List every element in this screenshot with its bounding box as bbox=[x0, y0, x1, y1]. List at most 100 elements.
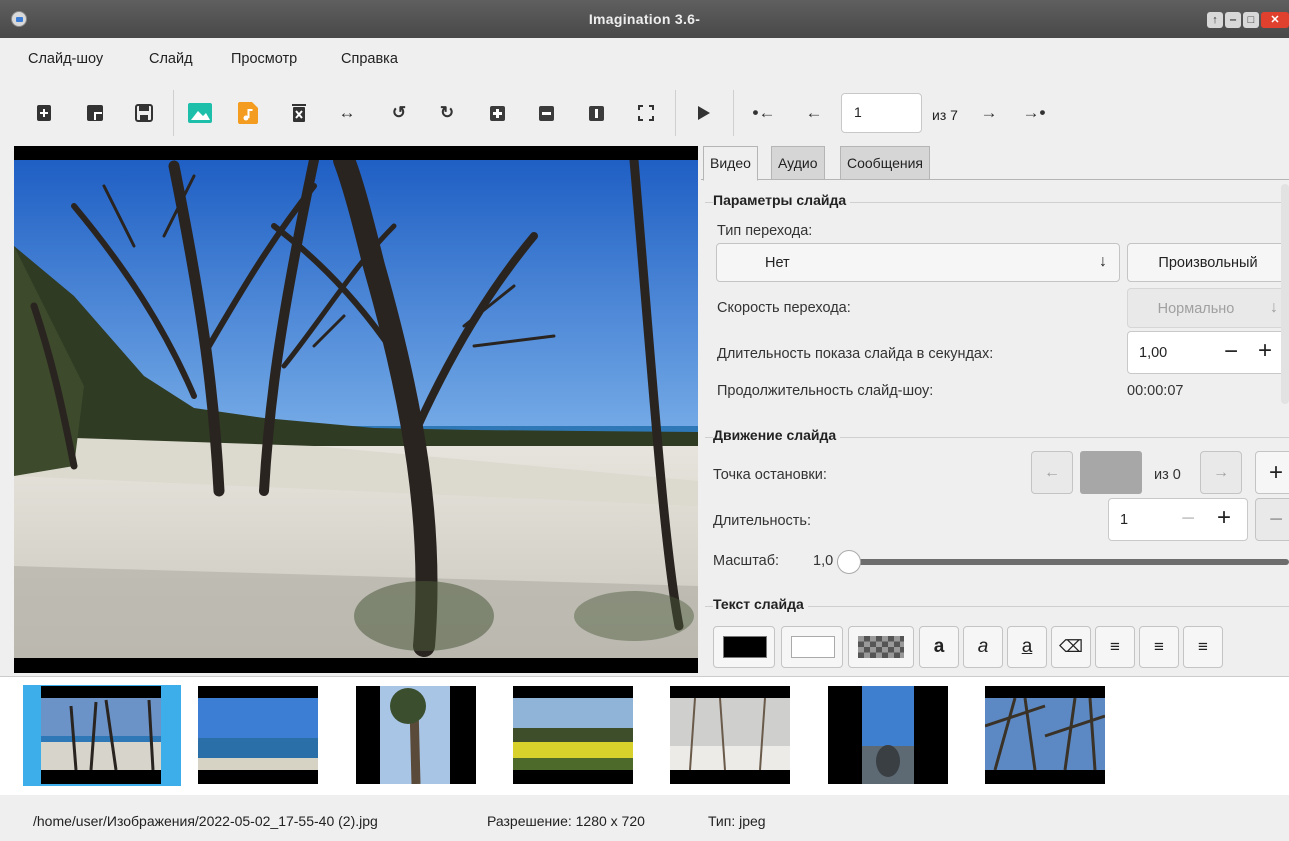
tab-audio[interactable]: Аудио bbox=[771, 146, 825, 180]
increment-icon[interactable]: + bbox=[1258, 337, 1272, 365]
last-slide-icon[interactable]: →• bbox=[1020, 102, 1048, 124]
transition-type-dropdown[interactable]: Нет ↓ bbox=[716, 243, 1120, 282]
motion-duration-label: Длительность: bbox=[713, 513, 812, 529]
rotate-left-icon[interactable]: ↺ bbox=[388, 102, 410, 124]
zoom-out-icon[interactable] bbox=[535, 102, 557, 124]
menu-view[interactable]: Просмотр bbox=[231, 51, 297, 67]
toolbar-separator bbox=[173, 90, 174, 136]
import-pictures-icon[interactable] bbox=[187, 102, 213, 124]
toolbar: ↔ ↺ ↻ •← ← 1 из 7 → →• bbox=[0, 80, 1289, 146]
font-color-swatch bbox=[723, 636, 767, 658]
status-file-path: /home/user/Изображения/2022-05-02_17-55-… bbox=[33, 813, 378, 829]
menu-bar: Слайд-шоу Слайд Просмотр Справка bbox=[0, 38, 1289, 80]
align-center-icon[interactable]: ≡ bbox=[1139, 626, 1179, 668]
thumbnail-6[interactable] bbox=[828, 686, 948, 784]
thumbnail-1[interactable] bbox=[41, 686, 161, 784]
slideshow-length-label: Продолжительность слайд-шоу: bbox=[717, 383, 934, 399]
background-color-button[interactable] bbox=[781, 626, 843, 668]
add-stop-point-button[interactable]: + bbox=[1255, 451, 1289, 494]
window-title: Imagination 3.6- bbox=[588, 11, 701, 27]
thumbnail-7[interactable] bbox=[985, 686, 1105, 784]
menu-help[interactable]: Справка bbox=[341, 51, 398, 67]
slide-count-label: из 7 bbox=[932, 107, 958, 123]
first-slide-icon[interactable]: •← bbox=[753, 102, 776, 124]
tab-video[interactable]: Видео bbox=[703, 146, 758, 181]
bold-text-button[interactable]: a bbox=[919, 626, 959, 668]
slide-settings-panel: Видео Аудио Сообщения Параметры слайда Т… bbox=[701, 146, 1289, 673]
previous-slide-icon[interactable]: ← bbox=[803, 102, 825, 124]
random-transition-button[interactable]: Произвольный bbox=[1127, 243, 1289, 282]
clear-format-icon[interactable]: ⌫ bbox=[1051, 626, 1091, 668]
video-tab-page: Параметры слайда Тип перехода: Нет ↓ Про… bbox=[701, 179, 1289, 673]
minimize-button[interactable]: ‒ bbox=[1225, 12, 1241, 28]
motion-duration-spin[interactable]: 1 − + bbox=[1108, 498, 1248, 541]
toolbar-separator bbox=[733, 90, 734, 136]
font-color-button[interactable] bbox=[713, 626, 775, 668]
zoom-slider-thumb[interactable] bbox=[837, 550, 861, 574]
transition-speed-label: Скорость перехода: bbox=[717, 300, 851, 316]
delete-slide-icon[interactable] bbox=[288, 102, 310, 124]
keep-above-button[interactable]: ↑ bbox=[1207, 12, 1223, 28]
zoom-fit-icon[interactable] bbox=[635, 102, 657, 124]
transition-speed-dropdown[interactable]: Нормально ↓ bbox=[1127, 288, 1289, 328]
zoom-value: 1,0 bbox=[813, 553, 834, 569]
decrement-icon[interactable]: − bbox=[1224, 338, 1238, 366]
slide-duration-spin[interactable]: 1,00 − + bbox=[1127, 331, 1289, 374]
pattern-swatch bbox=[858, 636, 904, 658]
background-color-swatch bbox=[791, 636, 835, 658]
slideshow-length-value: 00:00:07 bbox=[1127, 383, 1184, 399]
decrement-icon[interactable]: − bbox=[1181, 505, 1195, 533]
save-slideshow-icon[interactable] bbox=[133, 102, 155, 124]
font-background-pattern-button[interactable] bbox=[848, 626, 914, 668]
slide-number-input[interactable]: 1 bbox=[841, 93, 922, 133]
zoom-normal-icon[interactable] bbox=[585, 102, 607, 124]
underline-text-button[interactable]: a bbox=[1007, 626, 1047, 668]
zoom-in-icon[interactable] bbox=[486, 102, 508, 124]
close-button[interactable]: ✕ bbox=[1261, 12, 1289, 28]
new-slideshow-icon[interactable] bbox=[33, 102, 55, 124]
prev-stop-point-button[interactable]: ← bbox=[1031, 451, 1073, 494]
panel-scrollbar[interactable] bbox=[1281, 184, 1289, 404]
thumbnail-4[interactable] bbox=[513, 686, 633, 784]
zoom-label: Масштаб: bbox=[713, 553, 780, 569]
transition-type-label: Тип перехода: bbox=[717, 223, 813, 239]
application-window: Imagination 3.6- ↑ ‒ □ ✕ Слайд-шоу Слайд… bbox=[0, 0, 1289, 841]
title-bar: Imagination 3.6- ↑ ‒ □ ✕ bbox=[0, 0, 1289, 38]
import-music-icon[interactable] bbox=[237, 102, 259, 124]
menu-slideshow[interactable]: Слайд-шоу bbox=[28, 51, 103, 67]
slide-params-title: Параметры слайда bbox=[713, 192, 851, 208]
status-type: Тип: jpeg bbox=[708, 813, 766, 829]
next-slide-icon[interactable]: → bbox=[978, 102, 1000, 124]
thumbnail-strip bbox=[0, 676, 1289, 795]
remove-stop-point-button[interactable]: − bbox=[1255, 498, 1289, 541]
maximize-button[interactable]: □ bbox=[1243, 12, 1259, 28]
status-bar: /home/user/Изображения/2022-05-02_17-55-… bbox=[0, 795, 1289, 841]
increment-icon[interactable]: + bbox=[1217, 504, 1231, 532]
italic-text-button[interactable]: a bbox=[963, 626, 1003, 668]
align-left-icon[interactable]: ≡ bbox=[1095, 626, 1135, 668]
align-right-icon[interactable]: ≡ bbox=[1183, 626, 1223, 668]
tab-messages[interactable]: Сообщения bbox=[840, 146, 930, 180]
slide-text-title: Текст слайда bbox=[713, 596, 808, 612]
menu-slide[interactable]: Слайд bbox=[149, 51, 193, 67]
zoom-slider[interactable] bbox=[837, 550, 1289, 574]
stop-point-label: Точка остановки: bbox=[713, 467, 827, 483]
next-stop-point-button[interactable]: → bbox=[1200, 451, 1242, 494]
slide-duration-value[interactable]: 1,00 bbox=[1139, 345, 1167, 361]
slide-preview[interactable] bbox=[14, 146, 698, 673]
open-slideshow-icon[interactable] bbox=[84, 102, 106, 124]
stop-point-count: из 0 bbox=[1154, 467, 1181, 483]
arrow-down-icon: ↓ bbox=[1099, 253, 1107, 270]
play-icon[interactable] bbox=[693, 102, 715, 124]
motion-duration-value[interactable]: 1 bbox=[1120, 512, 1128, 528]
thumbnail-5[interactable] bbox=[670, 686, 790, 784]
transition-speed-value: Нормально bbox=[1157, 301, 1235, 317]
arrow-down-icon: ↓ bbox=[1270, 299, 1278, 316]
beach-photo bbox=[14, 146, 698, 673]
thumbnail-2[interactable] bbox=[198, 686, 318, 784]
rotate-right-icon[interactable]: ↻ bbox=[436, 102, 458, 124]
stop-point-entry[interactable] bbox=[1080, 451, 1142, 494]
slide-motion-title: Движение слайда bbox=[713, 427, 841, 443]
flip-icon[interactable]: ↔ bbox=[336, 102, 358, 124]
thumbnail-3[interactable] bbox=[356, 686, 476, 784]
